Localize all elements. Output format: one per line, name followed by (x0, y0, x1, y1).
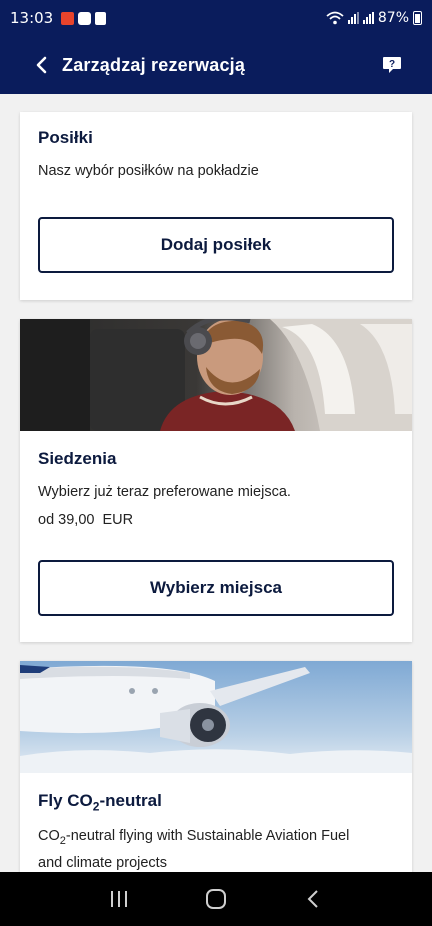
home-icon[interactable] (196, 884, 236, 914)
co2-title: Fly CO2-neutral (38, 791, 162, 814)
youtube-icon (78, 11, 92, 25)
seats-description: Wybierz już teraz preferowane miejsca. (38, 484, 291, 500)
status-right: 87% (326, 10, 422, 26)
seats-price: od 39,00 EUR (38, 512, 134, 528)
meals-card: Posiłki Nasz wybór posiłków na pokładzie… (20, 112, 412, 300)
meals-title: Posiłki (38, 128, 93, 147)
system-nav-bar (0, 872, 432, 926)
co2-neutral-card: Fly CO2-neutral CO2-neutral flying with … (20, 661, 412, 872)
content-scroll[interactable]: Posiłki Nasz wybór posiłków na pokładzie… (0, 94, 432, 872)
notification-icons (61, 11, 107, 25)
status-time: 13:03 (10, 9, 54, 27)
add-meal-button[interactable]: Dodaj posiłek (38, 217, 394, 273)
passenger-headphones-image (20, 319, 412, 431)
help-chat-icon[interactable]: ? (382, 56, 402, 74)
app-notification-icon (61, 11, 75, 25)
back-arrow-icon[interactable] (28, 52, 54, 78)
app-bar: Zarządzaj rezerwacją ? (0, 36, 432, 94)
aircraft-in-sky-image (20, 661, 412, 773)
seats-card: Siedzenia Wybierz już teraz preferowane … (20, 319, 412, 642)
back-nav-icon[interactable] (293, 884, 333, 914)
shopping-bag-icon (95, 11, 107, 25)
choose-seats-button[interactable]: Wybierz miejsca (38, 560, 394, 616)
meals-description: Nasz wybór posiłków na pokładzie (38, 163, 259, 179)
signal-icon (347, 12, 359, 24)
co2-description: CO2-neutral flying with Sustainable Avia… (38, 828, 350, 871)
status-bar: 13:03 87% (0, 0, 432, 36)
battery-icon (413, 11, 422, 25)
wifi-icon (326, 11, 344, 25)
seats-title: Siedzenia (38, 449, 117, 468)
recent-apps-icon[interactable] (99, 884, 139, 914)
battery-percent: 87% (377, 10, 409, 26)
svg-text:?: ? (389, 59, 395, 70)
page-title: Zarządzaj rezerwacją (62, 54, 246, 75)
signal-icon-2 (362, 12, 374, 24)
